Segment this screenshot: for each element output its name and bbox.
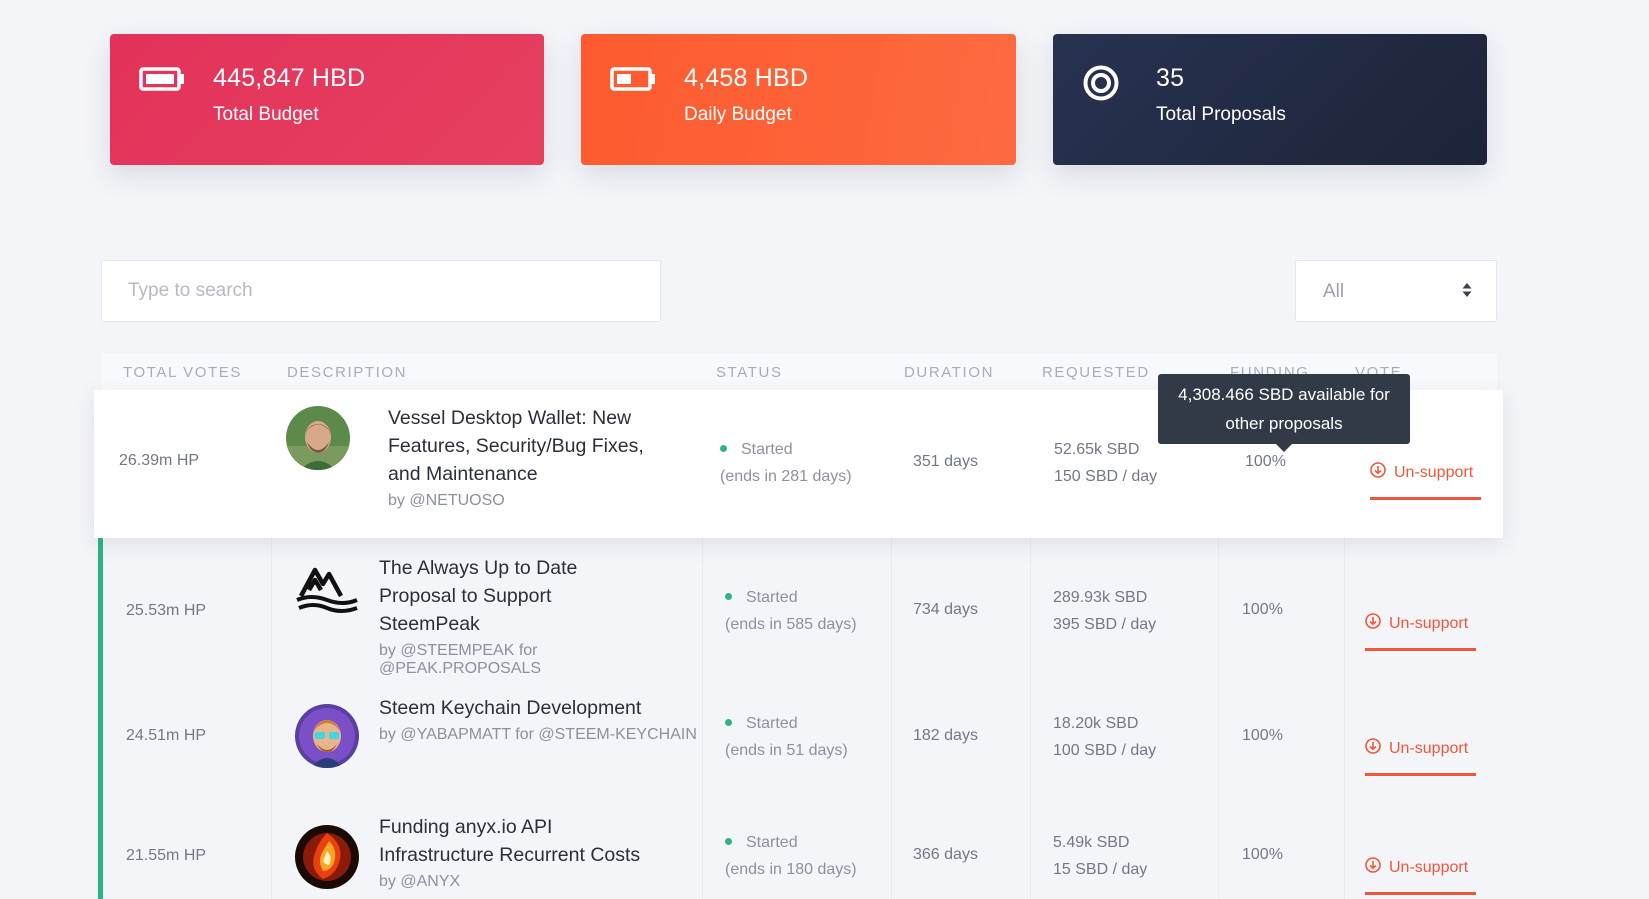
requested-daily: 15 SBD / day [1053, 861, 1148, 878]
total-budget-label: Total Budget [213, 104, 319, 125]
total-votes: 21.55m HP [126, 847, 207, 864]
status-filter-value: All [1323, 281, 1345, 302]
requested-total: 18.20k SBD [1053, 715, 1139, 732]
status-label: Started [746, 589, 798, 606]
search-input[interactable] [101, 260, 661, 322]
requested-daily: 100 SBD / day [1053, 742, 1157, 759]
target-icon [1082, 64, 1120, 107]
status-label: Started [746, 834, 798, 851]
status-dot [725, 838, 732, 846]
status-dot [725, 593, 732, 601]
funding-tooltip: 4,308.466 SBD available for other propos… [1158, 374, 1410, 452]
proposal-description: The Always Up to Date Proposal to Suppor… [379, 554, 699, 678]
status-dot [725, 719, 732, 727]
status-label: Started [746, 715, 798, 732]
sort-caret-icon [1462, 282, 1472, 303]
proposal-status: Started (ends in 180 days) [725, 829, 857, 883]
proposal-requested: 289.93k SBD 395 SBD / day [1053, 584, 1156, 638]
proposal-status: Started (ends in 585 days) [725, 584, 857, 638]
header-duration: DURATION [904, 364, 995, 381]
download-circle-icon [1365, 857, 1381, 878]
total-budget-value: 445,847 HBD [213, 64, 366, 92]
total-proposals-value: 35 [1156, 64, 1185, 92]
proposal-duration: 366 days [913, 846, 978, 863]
header-total-votes: TOTAL VOTES [123, 364, 243, 381]
proposal-title[interactable]: Vessel Desktop Wallet: New Features, Sec… [388, 404, 658, 488]
requested-daily: 150 SBD / day [1054, 468, 1158, 485]
unsupport-label: Un-support [1389, 739, 1469, 757]
total-votes: 26.39m HP [119, 452, 200, 469]
proposal-funding: 100% [1245, 453, 1286, 470]
unsupport-button[interactable]: Un-support [1365, 613, 1476, 651]
proposal-title[interactable]: The Always Up to Date Proposal to Suppor… [379, 554, 699, 638]
proposal-author[interactable]: by @STEEMPEAK for @PEAK.PROPOSALS [379, 642, 699, 678]
proposal-duration: 734 days [913, 601, 978, 618]
status-ends: (ends in 585 days) [725, 616, 857, 633]
total-proposals-card: 35 Total Proposals [1053, 34, 1487, 165]
status-ends: (ends in 281 days) [720, 468, 852, 485]
unsupport-label: Un-support [1394, 463, 1474, 481]
proposal-requested: 52.65k SBD 150 SBD / day [1054, 436, 1157, 490]
proposal-requested: 18.20k SBD 100 SBD / day [1053, 710, 1156, 764]
status-ends: (ends in 180 days) [725, 861, 857, 878]
unsupport-label: Un-support [1389, 614, 1469, 632]
proposal-description: Vessel Desktop Wallet: New Features, Sec… [388, 404, 658, 510]
total-votes: 25.53m HP [126, 602, 207, 619]
status-dot [720, 445, 727, 453]
proposal-funding: 100% [1242, 846, 1283, 863]
battery-half-icon [610, 67, 656, 96]
proposal-description: Steem Keychain Development by @YABAPMATT… [379, 694, 699, 744]
requested-total: 52.65k SBD [1054, 441, 1140, 458]
proposal-status: Started (ends in 51 days) [725, 710, 848, 764]
unsupport-label: Un-support [1389, 858, 1469, 876]
proposal-funding: 100% [1242, 727, 1283, 744]
table-row[interactable]: 24.51m HP Steem Keychain Development by … [103, 686, 1502, 811]
unsupport-button[interactable]: Un-support [1370, 462, 1481, 500]
header-requested: REQUESTED [1042, 364, 1150, 381]
status-label: Started [741, 441, 793, 458]
proposal-duration: 351 days [913, 453, 978, 470]
proposal-title[interactable]: Steem Keychain Development [379, 694, 699, 722]
proposal-title[interactable]: Funding anyx.io API Infrastructure Recur… [379, 813, 699, 869]
download-circle-icon [1365, 738, 1381, 759]
download-circle-icon [1365, 613, 1381, 634]
status-ends: (ends in 51 days) [725, 742, 848, 759]
proposal-author[interactable]: by @NETUOSO [388, 492, 658, 510]
table-row[interactable]: 25.53m HP The Always Up to Date Proposal… [103, 538, 1502, 686]
proposal-description: Funding anyx.io API Infrastructure Recur… [379, 813, 699, 891]
avatar [295, 825, 359, 889]
unsupport-button[interactable]: Un-support [1365, 738, 1476, 776]
total-votes: 24.51m HP [126, 727, 207, 744]
unsupport-button[interactable]: Un-support [1365, 857, 1476, 895]
total-budget-card: 445,847 HBD Total Budget [110, 34, 544, 165]
proposal-author[interactable]: by @ANYX [379, 873, 699, 891]
proposal-duration: 182 days [913, 727, 978, 744]
proposal-author[interactable]: by @YABAPMATT for @STEEM-KEYCHAIN [379, 726, 699, 744]
header-status: STATUS [716, 364, 783, 381]
proposal-requested: 5.49k SBD 15 SBD / day [1053, 829, 1147, 883]
download-circle-icon [1370, 462, 1386, 483]
requested-daily: 395 SBD / day [1053, 616, 1157, 633]
table-row[interactable]: 21.55m HP Funding anyx.io API Infrastruc… [103, 811, 1502, 899]
steempeak-logo [295, 562, 359, 623]
status-filter-select[interactable]: All [1295, 260, 1497, 322]
avatar [286, 406, 350, 470]
header-description: DESCRIPTION [287, 364, 408, 381]
requested-total: 289.93k SBD [1053, 589, 1148, 606]
proposal-status: Started (ends in 281 days) [720, 436, 852, 490]
daily-budget-card: 4,458 HBD Daily Budget [581, 34, 1016, 165]
requested-total: 5.49k SBD [1053, 834, 1130, 851]
daily-budget-value: 4,458 HBD [684, 64, 809, 92]
avatar [295, 704, 359, 768]
total-proposals-label: Total Proposals [1156, 104, 1286, 125]
proposal-funding: 100% [1242, 601, 1283, 618]
battery-full-icon [139, 67, 185, 96]
table-body: 25.53m HP The Always Up to Date Proposal… [98, 538, 1497, 899]
daily-budget-label: Daily Budget [684, 104, 792, 125]
